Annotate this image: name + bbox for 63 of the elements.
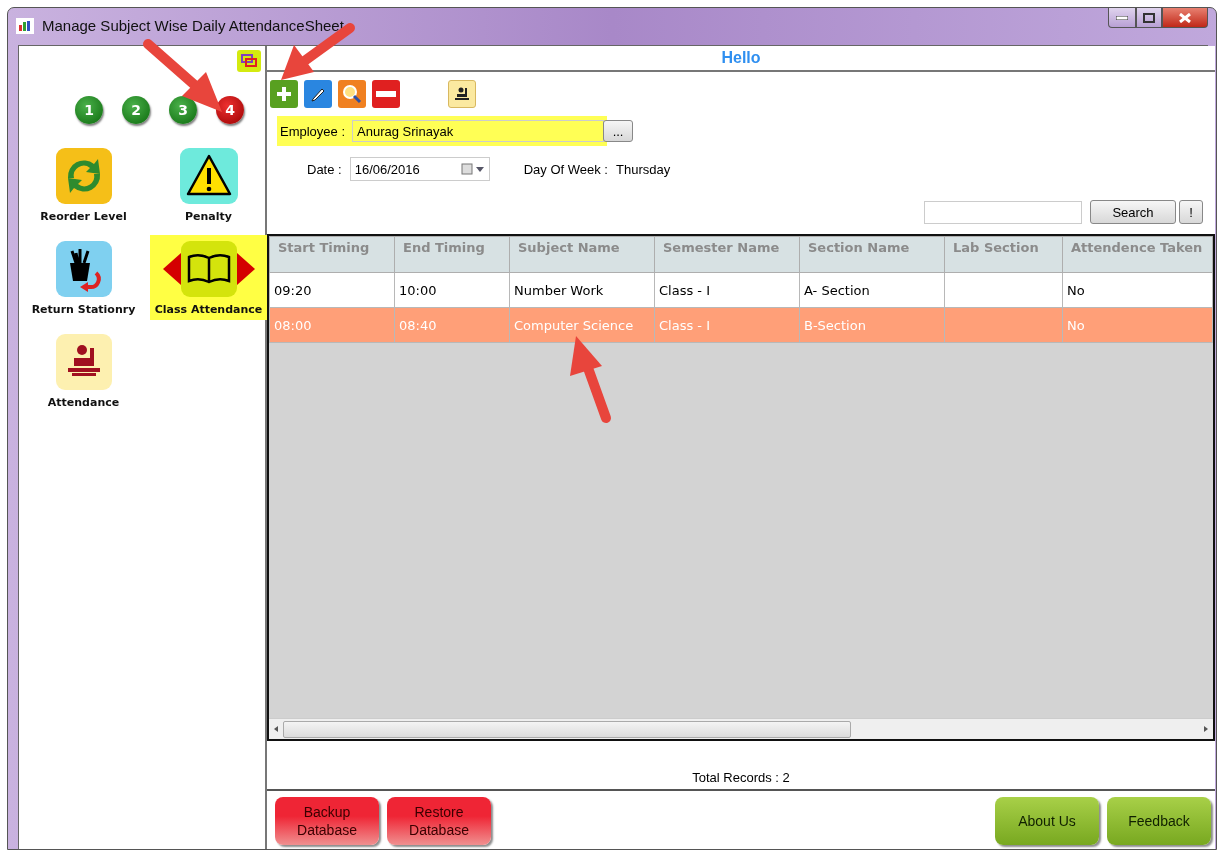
table-cell: B-Section [804,317,866,333]
table-cell: No [1067,282,1085,298]
step-button[interactable]: 2 [122,96,150,124]
calendar-dropdown-icon [460,163,485,175]
sidebar-item[interactable]: Attendance [27,328,140,413]
footer-button[interactable]: Backup Database [275,797,379,845]
footer-button[interactable]: About Us [995,797,1099,845]
table-cell: No [1067,317,1085,333]
minus-icon [376,91,396,97]
app-icon [16,17,34,34]
footer-button[interactable]: Feedback [1107,797,1211,845]
step-button[interactable]: 3 [169,96,197,124]
delete-button[interactable] [372,80,400,108]
table-cell: A- Section [804,282,870,298]
sync-arrows-icon [55,148,112,204]
search-field[interactable] [924,200,1082,224]
maximize-icon [1143,12,1155,23]
search-button[interactable]: Search [1090,200,1176,224]
table-cell: Computer Science [514,317,634,333]
table-cell: Number Work [514,282,604,298]
table-cell: Class - I [659,282,710,298]
total-records: Total Records : 2 [692,770,790,785]
minimize-icon [1116,15,1128,20]
close-icon [1179,12,1191,23]
field-label: Date : [307,161,342,177]
header-title: Hello [721,49,761,67]
open-book-icon [180,241,237,297]
close-button[interactable] [1162,8,1208,28]
field-label: Employee : [280,123,346,139]
horizontal-scrollbar[interactable] [269,718,1213,739]
help-button[interactable]: ! [1179,200,1203,224]
person-at-desk-icon [55,334,112,390]
pen-cup-icon [55,241,112,297]
employee-field[interactable]: Anurag Srinayak [352,120,605,142]
browse-button[interactable]: ... [603,120,634,142]
table-cell: 08:00 [274,317,312,333]
window-title: Manage Subject Wise Daily AttendanceSheet [42,17,344,34]
search-toolbar-button[interactable] [338,80,366,108]
plus-icon [275,85,293,103]
sidebar-item[interactable]: Class Attendance [150,235,267,320]
windows-icon[interactable] [237,50,261,72]
field-label: Day Of Week : [523,161,608,177]
add-button[interactable] [270,80,298,108]
step-button[interactable]: 1 [75,96,103,124]
step-button[interactable]: 4 [216,96,244,124]
table-cell: 08:40 [399,317,437,333]
table-cell: Class - I [659,317,710,333]
edit-button[interactable] [304,80,332,108]
sidebar-item[interactable]: Reorder Level [27,142,140,227]
minimize-button[interactable] [1108,8,1136,28]
scroll-thumb[interactable] [283,720,851,738]
sidebar-item[interactable]: Penalty [150,142,267,227]
table-cell: 10:00 [399,282,437,298]
attendance-button[interactable] [448,80,476,108]
search-icon [342,84,362,104]
sidebar-item[interactable]: Return Stationry [27,235,140,320]
day-value: Thursday [616,161,671,177]
footer-button[interactable]: Restore Database [387,797,491,845]
warning-icon [179,148,238,204]
maximize-button[interactable] [1136,8,1162,28]
table-cell: 09:20 [274,282,312,298]
person-at-desk-icon [454,87,470,101]
date-field[interactable]: 16/06/2016 [349,157,490,181]
